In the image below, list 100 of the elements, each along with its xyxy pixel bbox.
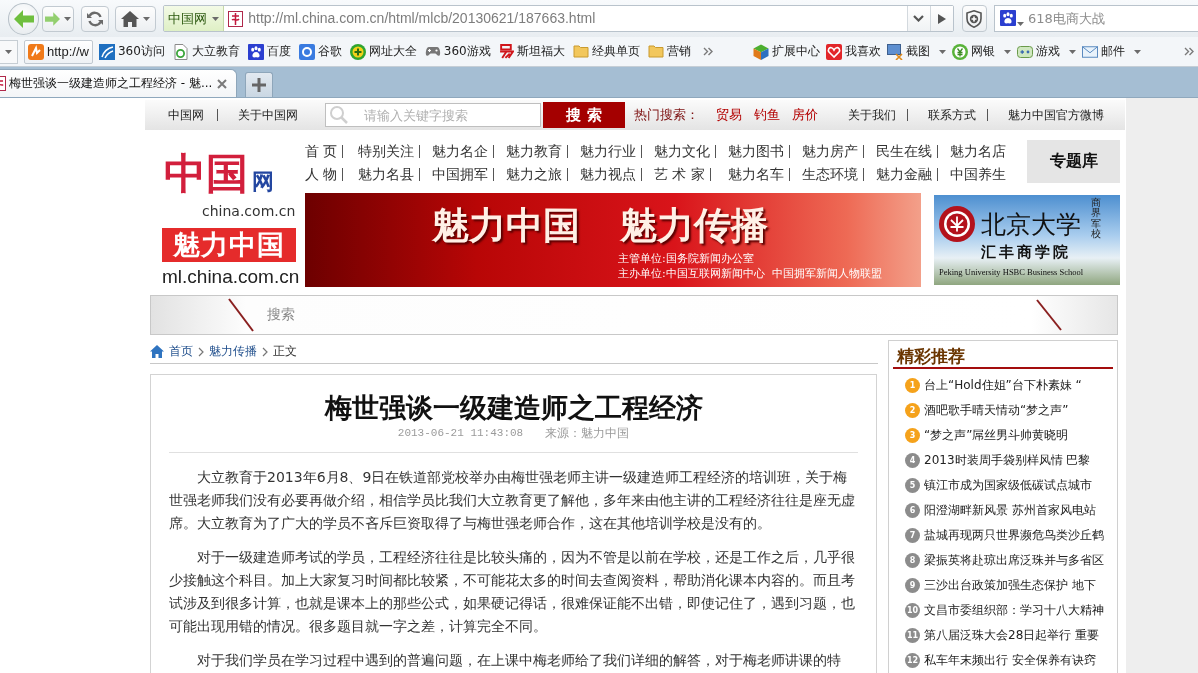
bookmark-link[interactable]: 斯坦福大 <box>496 39 567 64</box>
top-link[interactable]: 关于中国网 <box>238 106 298 124</box>
search-field[interactable]: 618电商大战 <box>994 5 1198 32</box>
address-bar[interactable]: 中国网 http://ml.china.com.cn/html/mlcb/20130621/187663.html <box>163 5 954 32</box>
caret-icon <box>64 16 71 21</box>
hot-search-link[interactable]: 钓鱼 <box>754 106 780 124</box>
folder-icon <box>647 45 664 58</box>
arc-icon <box>98 43 115 60</box>
nav-link[interactable]: 魅力房产 <box>802 142 858 161</box>
headline-link[interactable]: 第八届泛珠大会28日起举行 重要 <box>924 627 1100 644</box>
headline-link[interactable]: 台上“Hold住姐”台下朴素妹 “ <box>924 377 1082 394</box>
new-tab-button[interactable] <box>245 72 273 97</box>
home-icon <box>121 10 140 27</box>
toolbar-item[interactable]: 扩展中心 <box>752 39 820 64</box>
headline-link[interactable]: 2013时装周手袋别样风情 巴黎 <box>924 452 1091 469</box>
breadcrumb-link[interactable]: 魅力传播 <box>209 343 257 360</box>
rank-marker: 7 <box>905 528 920 543</box>
nav-link[interactable]: 特别关注 <box>358 142 414 161</box>
nav-link[interactable]: 人 物 <box>305 165 338 184</box>
nav-link[interactable]: 魅力名店 <box>950 142 1006 161</box>
rank-marker: 4 <box>905 453 920 468</box>
search-link[interactable]: 搜索 <box>267 306 295 324</box>
nav-link[interactable]: 魅力之旅 <box>506 165 562 184</box>
bookmark-link[interactable]: 营销 <box>645 39 693 64</box>
plus-circle-icon <box>349 43 366 60</box>
ad-banner[interactable]: 北京大学 商界军校 汇丰商学院 Peking University HSBC Business School <box>934 195 1120 285</box>
nav-link[interactable]: 中国养生 <box>950 165 1006 184</box>
bookmark-link[interactable]: 网址大全 <box>347 39 419 64</box>
caret-icon <box>1017 22 1024 26</box>
nav-link[interactable]: 魅力文化 <box>654 142 710 161</box>
info-link[interactable]: 魅力中国官方微博 <box>1008 106 1104 124</box>
toolbar-item[interactable]: 网银 <box>951 39 1011 64</box>
breadcrumb-link[interactable]: 首页 <box>169 343 193 360</box>
home-icon <box>150 345 164 358</box>
headline-link[interactable]: 私车年末频出行 安全保养有诀窍 <box>924 652 1096 669</box>
nav-link[interactable]: 魅力名企 <box>432 142 488 161</box>
info-link[interactable]: 联系方式 <box>928 106 976 124</box>
nav-link[interactable]: 魅力行业 <box>580 142 636 161</box>
site-menu-button[interactable]: 中国网 <box>164 6 225 31</box>
search-field[interactable]: 请输入关键字搜索 <box>325 103 541 127</box>
info-link[interactable]: 关于我们 <box>848 106 896 124</box>
bookmark-link[interactable]: 360访问 <box>96 39 167 64</box>
headline-link[interactable]: “梦之声”屌丝男斗帅黄晓明 <box>924 427 1069 444</box>
nav-link[interactable]: 魅力金融 <box>876 165 932 184</box>
bookmark-menu-button[interactable] <box>0 39 18 64</box>
caret-icon <box>1133 49 1141 54</box>
bookmark-link[interactable]: 360游戏 <box>422 39 493 64</box>
logo-mark[interactable]: 中国 <box>162 147 250 201</box>
browser-tab[interactable]: 梅世强谈一级建造师之工程经济 - 魅... <box>0 69 237 97</box>
gamepad-icon <box>424 46 441 57</box>
bookmark-link[interactable]: 经典单页 <box>570 39 642 64</box>
nav-link[interactable]: 魅力名车 <box>728 165 784 184</box>
reload-button[interactable] <box>80 5 110 32</box>
toolbar-item[interactable]: 邮件 <box>1081 39 1141 64</box>
folder-icon <box>572 45 589 58</box>
bookmark-link[interactable]: 大立教育 <box>170 39 242 64</box>
headline-link[interactable]: 三沙出台政策加强生态保护 地下 <box>924 577 1096 594</box>
chevrons-right-icon[interactable] <box>702 47 713 56</box>
nav-link[interactable]: 魅力名县 <box>358 165 414 184</box>
toolbar-item[interactable]: 截图 <box>886 39 946 64</box>
nav-link[interactable]: 民生在线 <box>876 142 932 161</box>
site-title[interactable]: 魅力中国 <box>162 228 296 262</box>
close-tab-button[interactable] <box>216 77 228 90</box>
ad-title: 北京大学 <box>981 209 1082 241</box>
hot-search-link[interactable]: 贸易 <box>716 106 742 124</box>
dropdown-button[interactable] <box>906 6 930 31</box>
nav-link[interactable]: 魅力教育 <box>506 142 562 161</box>
nav-link[interactable]: 艺 术 家 <box>654 165 705 184</box>
go-button[interactable] <box>929 6 953 31</box>
chevron-down-icon <box>913 15 925 22</box>
favicon-icon <box>228 10 244 27</box>
toolbar-item[interactable]: 我喜欢 <box>825 39 881 64</box>
url-field[interactable]: http://ml.china.com.cn/html/mlcb/20130621/187663.html <box>248 6 907 31</box>
security-button[interactable] <box>961 5 987 32</box>
logo-suffix[interactable]: 网 <box>252 169 274 195</box>
site-subdomain: ml.china.com.cn <box>162 266 301 288</box>
headline-link[interactable]: 文昌市委组织部：学习十八大精神 <box>924 602 1104 619</box>
nav-link[interactable]: 首 页 <box>305 142 338 161</box>
nav-link[interactable]: 生态环境 <box>802 165 858 184</box>
headline-link[interactable]: 镇江市成为国家级低碳试点城市 <box>924 477 1092 494</box>
ad-vertical-text: 商界军校 <box>1091 198 1101 240</box>
reload-icon <box>85 9 104 28</box>
nav-link[interactable]: 魅力视点 <box>580 165 636 184</box>
hot-search-link[interactable]: 房价 <box>792 106 818 124</box>
bookmark-link[interactable]: http://w <box>24 39 93 64</box>
nav-link[interactable]: 中国拥军 <box>432 165 488 184</box>
search-engine-button[interactable] <box>1000 10 1024 26</box>
home-button[interactable] <box>115 5 157 32</box>
bookmark-link[interactable]: 谷歌 <box>296 39 344 64</box>
headline-link[interactable]: 梁振英将赴琼出席泛珠并与多省区 <box>924 552 1104 569</box>
top-link[interactable]: 中国网 <box>168 106 204 124</box>
toolbar-item[interactable]: 游戏 <box>1016 39 1076 64</box>
topics-button[interactable]: 专题库 <box>1027 140 1120 183</box>
nav-link[interactable]: 魅力图书 <box>728 142 784 161</box>
headline-link[interactable]: 盐城再现两只世界濒危鸟类沙丘鹤 <box>924 527 1104 544</box>
headline-link[interactable]: 阳澄湖畔新风景 苏州首家风电站 <box>924 502 1096 519</box>
chevrons-right-icon[interactable] <box>1184 47 1194 56</box>
headline-link[interactable]: 酒吧歌手晴天情动“梦之声” <box>924 402 1069 419</box>
bookmark-link[interactable]: 百度 <box>245 39 293 64</box>
search-button[interactable]: 搜 索 <box>543 102 625 128</box>
